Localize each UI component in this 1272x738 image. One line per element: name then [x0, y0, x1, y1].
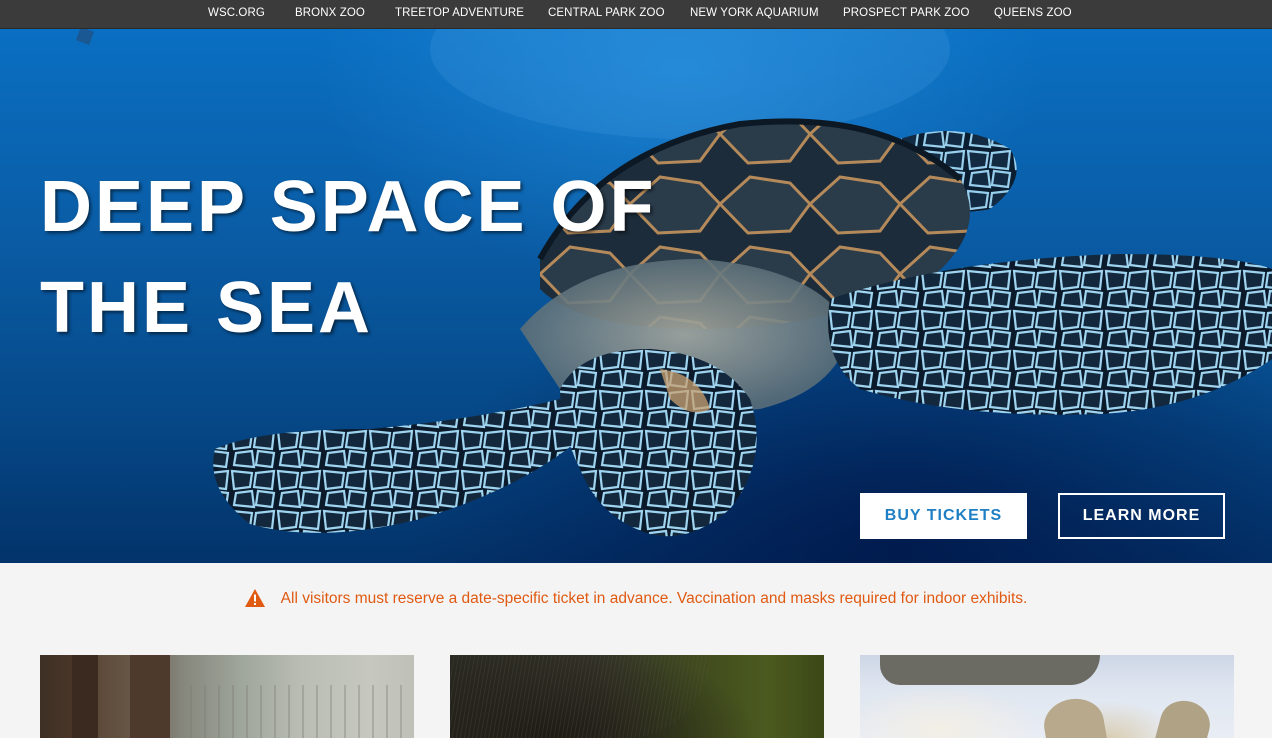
nav-link-new-york-aquarium[interactable]: NEW YORK AQUARIUM	[690, 7, 819, 19]
learn-more-button[interactable]: LEARN MORE	[1058, 493, 1225, 539]
animal-fur	[450, 655, 710, 738]
visitor-alert: All visitors must reserve a date-specifi…	[0, 563, 1272, 635]
nav-link-treetop-adventure[interactable]: TREETOP ADVENTURE	[395, 7, 524, 19]
alert-text: All visitors must reserve a date-specifi…	[280, 590, 1028, 607]
hero-title-line-1: DEEP SPACE OF	[40, 167, 657, 247]
animal-photo-fur-closeup[interactable]	[450, 655, 824, 738]
hero-title-line-2: THE SEA	[40, 268, 374, 348]
nav-link-wsc[interactable]: WSC.ORG	[208, 7, 265, 19]
tree-trunk	[130, 655, 170, 738]
fence	[190, 685, 414, 738]
nav-link-central-park-zoo[interactable]: CENTRAL PARK ZOO	[548, 7, 665, 19]
buy-tickets-button[interactable]: BUY TICKETS	[860, 493, 1027, 539]
animal-photo-forest[interactable]	[40, 655, 414, 738]
hero-banner: DEEP SPACE OF THE SEA BUY TICKETS LEARN …	[0, 29, 1272, 563]
nav-link-queens-zoo[interactable]: QUEENS ZOO	[994, 7, 1072, 19]
hero-title: DEEP SPACE OF THE SEA	[40, 157, 740, 359]
nav-link-prospect-park-zoo[interactable]: PROSPECT PARK ZOO	[843, 7, 970, 19]
animal-photo-snow[interactable]	[860, 655, 1234, 738]
tree-trunk	[72, 655, 98, 738]
top-navigation: WSC.ORG BRONX ZOO TREETOP ADVENTURE CENT…	[0, 0, 1272, 29]
nav-link-bronx-zoo[interactable]: BRONX ZOO	[295, 7, 365, 19]
warning-icon	[244, 589, 265, 607]
